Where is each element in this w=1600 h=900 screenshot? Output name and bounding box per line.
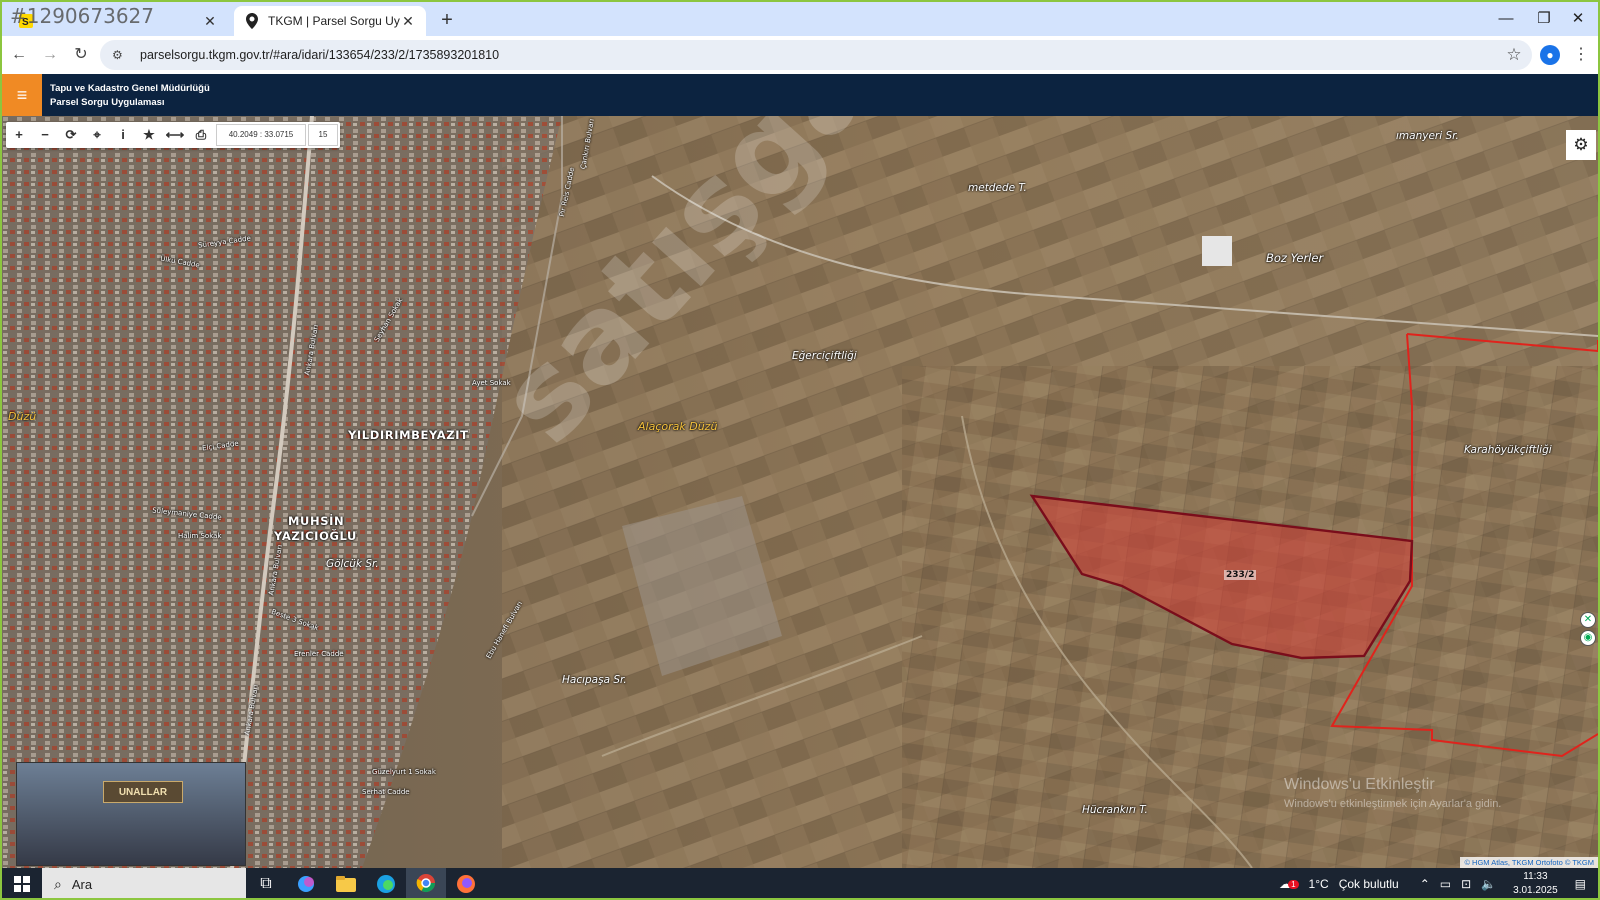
date: 3.01.2025 bbox=[1513, 885, 1558, 896]
map-view[interactable]: satışgaranti ımanyeri Sr. metdede T. Boz… bbox=[2, 116, 1598, 868]
zoom-in-icon[interactable]: + bbox=[6, 122, 32, 148]
thumbnail-image: UNALLAR bbox=[16, 762, 246, 866]
profile-avatar[interactable]: ● bbox=[1540, 45, 1560, 65]
windows-activation-watermark: Windows'u Etkinleştir Windows'u etkinleş… bbox=[1284, 776, 1501, 813]
weather-text[interactable]: Çok bulutlu bbox=[1339, 877, 1399, 891]
taskbar-search[interactable]: ⌕ Ara bbox=[42, 868, 246, 898]
close-window-icon[interactable]: ✕ bbox=[1564, 8, 1592, 30]
search-icon: ⌕ bbox=[54, 875, 62, 892]
map-label: Eğerciçiftliği bbox=[792, 350, 857, 362]
edge-icon[interactable] bbox=[366, 868, 406, 898]
bookmark-star-icon[interactable]: ☆ bbox=[1500, 40, 1528, 70]
measure-icon[interactable]: ⟷ bbox=[162, 122, 188, 148]
map-toolbar: + − ⟳ ⌖ i ★ ⟷ ⎙ 40.2049 : 33.0715 15 bbox=[6, 122, 340, 148]
map-label: Hücrankırı T. bbox=[1082, 804, 1148, 816]
map-label: Boz Yerler bbox=[1266, 251, 1324, 265]
favorite-star-icon[interactable]: ★ bbox=[136, 122, 162, 148]
address-bar[interactable]: ⚙ parselsorgu.tkgm.gov.tr/#ara/idari/133… bbox=[100, 40, 1532, 70]
app-name: Parsel Sorgu Uygulaması bbox=[50, 97, 165, 108]
map-label: ımanyeri Sr. bbox=[1396, 130, 1459, 142]
map-label: Karahöyükçiftliği bbox=[1464, 444, 1552, 456]
map-label: YILDIRIMBEYAZIT bbox=[348, 428, 469, 442]
back-icon[interactable]: ← bbox=[5, 41, 33, 69]
close-tab-icon[interactable]: ✕ bbox=[400, 13, 416, 30]
hamburger-menu-icon[interactable]: ≡ bbox=[2, 74, 42, 116]
chrome-icon[interactable] bbox=[406, 868, 446, 898]
chevron-up-icon[interactable]: ⌃ bbox=[1420, 877, 1430, 891]
map-label: Alaçorak Düzü bbox=[638, 420, 718, 433]
street-label: Güzelyurt 1 Sokak bbox=[372, 768, 436, 776]
satellite-imagery bbox=[2, 116, 1598, 868]
firefox-icon[interactable] bbox=[446, 868, 486, 898]
locate-icon[interactable]: ⌖ bbox=[84, 122, 110, 148]
map-label: metdede T. bbox=[968, 182, 1027, 194]
map-label: MUHSİN bbox=[288, 514, 345, 528]
thumbnail-sign: UNALLAR bbox=[103, 781, 183, 803]
browser-window: S ✕ TKGM | Parsel Sorgu Uygulaması ✕ + #… bbox=[0, 0, 1600, 900]
system-tray: ☁ 1 1°C Çok bulutlu ⌃ ▭ ⊡ 🔈 11:33 3.01.2… bbox=[1274, 868, 1598, 898]
overlay-badge: #1290673627 bbox=[10, 4, 155, 28]
refresh-icon[interactable]: ⟳ bbox=[58, 122, 84, 148]
tab-tkgm[interactable]: TKGM | Parsel Sorgu Uygulaması ✕ bbox=[234, 6, 426, 36]
browser-menu-icon[interactable]: ⋮ bbox=[1572, 41, 1590, 69]
tab-strip: S ✕ TKGM | Parsel Sorgu Uygulaması ✕ + #… bbox=[2, 2, 1598, 36]
url-text: parselsorgu.tkgm.gov.tr/#ara/idari/13365… bbox=[140, 48, 500, 62]
notification-count: 1 bbox=[1288, 879, 1299, 889]
street-label: Ayet Sokak bbox=[472, 379, 511, 387]
map-label: YAZICIOĞLU bbox=[274, 529, 357, 543]
close-tab-icon[interactable]: ✕ bbox=[202, 13, 218, 30]
close-panel-icon[interactable]: ✕ bbox=[1580, 612, 1596, 628]
search-placeholder: Ara bbox=[71, 876, 93, 892]
minimize-icon[interactable]: — bbox=[1492, 8, 1520, 30]
attribution-text: © HGM Atlas, TKGM Ortofoto © TKGM bbox=[1464, 858, 1594, 867]
forward-icon[interactable]: → bbox=[36, 41, 64, 69]
restore-icon[interactable]: ❐ bbox=[1530, 8, 1558, 30]
network-icon[interactable]: ⊡ bbox=[1461, 877, 1471, 891]
reload-icon[interactable]: ↻ bbox=[67, 41, 95, 69]
org-title: Tapu ve Kadastro Genel Müdürlüğü Parsel … bbox=[50, 82, 210, 110]
org-name: Tapu ve Kadastro Genel Müdürlüğü bbox=[50, 83, 210, 94]
windows-taskbar: ⌕ Ara ⧉ ☁ 1 1°C Çok bulutlu ⌃ ▭ ⊡ 🔈 11:3… bbox=[2, 868, 1598, 898]
layer-toggle-icon[interactable]: ◉ bbox=[1580, 630, 1596, 646]
location-pin-icon bbox=[244, 13, 260, 29]
browser-toolbar: ← → ↻ ⚙ parselsorgu.tkgm.gov.tr/#ara/ida… bbox=[2, 36, 1598, 74]
time: 11:33 bbox=[1523, 871, 1548, 882]
parcel-label[interactable]: 233/2 bbox=[1224, 570, 1257, 580]
notification-center-icon[interactable]: ▤ bbox=[1575, 877, 1586, 891]
app-header: ≡ Tapu ve Kadastro Genel Müdürlüğü Parse… bbox=[2, 74, 1598, 116]
map-label: Hacıpaşa Sr. bbox=[562, 674, 627, 686]
activation-subtitle: Windows'u etkinleştirmek için Ayarlar'a … bbox=[1284, 798, 1502, 810]
zoom-out-icon[interactable]: − bbox=[32, 122, 58, 148]
site-info-icon[interactable]: ⚙ bbox=[112, 48, 128, 62]
map-label: Düzü bbox=[8, 410, 37, 423]
info-icon[interactable]: i bbox=[110, 122, 136, 148]
activation-title: Windows'u Etkinleştir bbox=[1284, 776, 1435, 793]
clock[interactable]: 11:33 3.01.2025 bbox=[1513, 870, 1558, 898]
coordinate-readout: 40.2049 : 33.0715 bbox=[216, 124, 306, 146]
volume-icon[interactable]: 🔈 bbox=[1481, 877, 1496, 891]
windows-start-icon[interactable] bbox=[2, 868, 42, 898]
zoom-level: 15 bbox=[308, 124, 338, 146]
new-tab-button[interactable]: + bbox=[434, 8, 460, 34]
street-label: Serhat Cadde bbox=[362, 788, 410, 796]
map-attribution: © HGM Atlas, TKGM Ortofoto © TKGM bbox=[1460, 857, 1598, 868]
street-label: Halim Sokak bbox=[178, 532, 222, 540]
device-icon[interactable]: ▭ bbox=[1440, 877, 1451, 891]
weather-temp[interactable]: 1°C bbox=[1309, 877, 1329, 891]
file-explorer-icon[interactable] bbox=[326, 868, 366, 898]
map-label: Gölcük Sr. bbox=[326, 558, 379, 570]
copilot-icon[interactable] bbox=[286, 868, 326, 898]
tab-title: TKGM | Parsel Sorgu Uygulaması bbox=[268, 14, 400, 28]
task-view-icon[interactable]: ⧉ bbox=[246, 868, 286, 898]
map-settings-gear-icon[interactable]: ⚙ bbox=[1566, 130, 1596, 160]
street-label: Erenler Cadde bbox=[294, 650, 344, 658]
print-icon[interactable]: ⎙ bbox=[188, 122, 214, 148]
